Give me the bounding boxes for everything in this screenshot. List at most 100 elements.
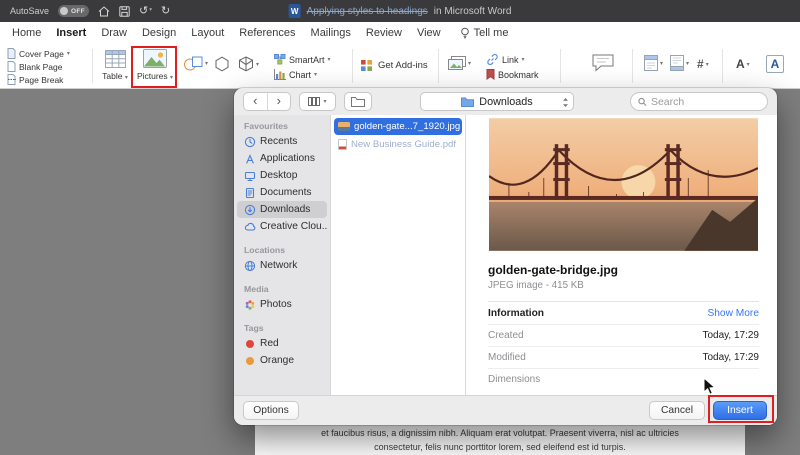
chart-button[interactable]: Chart ▾	[274, 67, 331, 82]
sidebar-item-network[interactable]: Network	[237, 257, 327, 274]
sidebar-item-creative-cloud[interactable]: Creative Clou...	[237, 218, 327, 235]
save-icon	[119, 5, 130, 17]
link-button[interactable]: Link ▾	[486, 52, 539, 67]
shapes-button[interactable]: ▾	[184, 56, 208, 71]
document-title: W Applying styles to headings in Microso…	[288, 0, 512, 22]
orange-tag-icon	[245, 356, 254, 365]
sidebar-item-photos[interactable]: Photos	[237, 296, 327, 313]
chevron-down-icon: ▾	[205, 61, 209, 67]
sidebar-item-label: Applications	[260, 153, 315, 164]
clock-icon	[243, 136, 256, 148]
media-browser-button[interactable]: ▾	[448, 56, 471, 71]
tab-draw[interactable]: Draw	[101, 27, 127, 39]
redo-button[interactable]: ↻	[161, 5, 170, 17]
tab-design[interactable]: Design	[142, 27, 176, 39]
text-box-button[interactable]: A	[766, 55, 784, 73]
divider	[722, 49, 723, 83]
tab-mailings[interactable]: Mailings	[311, 27, 351, 39]
sidebar-item-label: Red	[260, 338, 279, 349]
back-button[interactable]: ‹	[244, 93, 267, 110]
page-number-button[interactable]: # ▾	[697, 57, 709, 71]
ribbon-toolbar: Cover Page ▾ Blank Page Page Break Table …	[0, 44, 800, 89]
documents-icon	[243, 187, 256, 199]
file-row-golden-gate[interactable]: golden-gate...7_1920.jpg	[334, 118, 462, 135]
link-icon	[487, 53, 498, 66]
blue-folder-icon	[461, 97, 475, 107]
smartart-button[interactable]: SmartArt ▾	[274, 52, 331, 67]
view-mode-button[interactable]: ▾	[299, 92, 336, 111]
sidebar-header-tags: Tags	[244, 323, 264, 333]
sidebar-item-applications[interactable]: Applications	[237, 150, 327, 167]
sidebar-item-label: Desktop	[260, 170, 298, 181]
dialog-toolbar: ‹ › ▾ Downloads	[234, 88, 777, 115]
tab-review[interactable]: Review	[366, 27, 402, 39]
file-row-business-guide[interactable]: New Business Guide.pdf	[334, 136, 462, 153]
cancel-button[interactable]: Cancel	[649, 401, 705, 420]
search-field[interactable]	[630, 92, 768, 111]
table-button[interactable]: Table ▾	[97, 46, 133, 81]
tab-references[interactable]: References	[239, 27, 295, 39]
golden-gate-bridge-image	[488, 118, 759, 251]
chevron-down-icon: ▾	[256, 62, 260, 68]
forward-button[interactable]: ›	[268, 93, 291, 110]
chevron-down-icon: ▾	[314, 72, 318, 78]
sidebar-item-tag-red[interactable]: Red	[237, 335, 327, 352]
lightbulb-icon	[460, 27, 469, 38]
new-comment-button[interactable]	[592, 54, 614, 72]
sidebar-item-recents[interactable]: Recents	[237, 133, 327, 150]
chevron-down-icon: ▾	[124, 75, 128, 81]
sidebar-item-label: Network	[260, 260, 298, 271]
table-icon	[97, 46, 133, 68]
cube-icon	[239, 56, 253, 72]
blank-page-button[interactable]: Blank Page	[7, 60, 70, 73]
options-button[interactable]: Options	[243, 401, 299, 420]
pages-group: Cover Page ▾ Blank Page Page Break	[7, 47, 70, 86]
search-input[interactable]	[650, 95, 760, 108]
location-dropdown[interactable]: Downloads	[420, 92, 574, 111]
sidebar-item-documents[interactable]: Documents	[237, 184, 327, 201]
sidebar-item-desktop[interactable]: Desktop	[237, 167, 327, 184]
divider	[632, 49, 633, 83]
autosave-state: OFF	[71, 7, 85, 15]
insert-button[interactable]: Insert	[713, 401, 767, 420]
bookmark-button[interactable]: Bookmark	[486, 67, 539, 82]
cover-page-icon	[7, 48, 16, 59]
page-break-button[interactable]: Page Break	[7, 73, 70, 86]
header-button[interactable]: ▾	[644, 55, 663, 71]
new-folder-button[interactable]	[344, 92, 372, 111]
divider	[92, 49, 93, 83]
wordart-button[interactable]: A ▾	[736, 57, 750, 71]
undo-button[interactable]: ↺ ▾	[139, 5, 152, 17]
pictures-button[interactable]: Pictures ▾	[136, 46, 174, 81]
3d-models-button[interactable]: ▾	[238, 56, 259, 73]
sidebar-item-downloads[interactable]: Downloads	[237, 201, 327, 218]
tab-home[interactable]: Home	[12, 27, 41, 39]
sidebar-item-label: Documents	[260, 187, 312, 198]
get-addins-button[interactable]: Get Add-ins	[360, 59, 428, 72]
tell-me-button[interactable]: Tell me	[460, 27, 508, 40]
page-break-icon	[7, 74, 16, 85]
tab-layout[interactable]: Layout	[191, 27, 224, 39]
tab-insert[interactable]: Insert	[56, 27, 86, 39]
hexagon-icon	[215, 56, 229, 72]
document-line: consectetur, felis nunc porttitor lorem,…	[374, 441, 626, 452]
chevron-down-icon: ▾	[705, 61, 709, 68]
document-title-suffix: in Microsoft Word	[433, 5, 512, 17]
sidebar-item-tag-orange[interactable]: Orange	[237, 352, 327, 369]
footer-button[interactable]: ▾	[670, 55, 689, 71]
icons-button[interactable]	[214, 56, 230, 72]
info-row-dimensions: Dimensions	[488, 374, 541, 385]
save-button[interactable]	[119, 5, 130, 17]
toggle-knob	[60, 7, 69, 15]
search-icon	[638, 97, 647, 106]
tab-view[interactable]: View	[417, 27, 441, 39]
jpeg-thumbnail-icon	[338, 122, 350, 131]
home-button[interactable]	[98, 5, 110, 17]
show-more-link[interactable]: Show More	[707, 308, 759, 319]
bookmark-icon	[486, 69, 495, 80]
photos-icon	[243, 299, 256, 311]
autosave-toggle[interactable]: OFF	[58, 5, 90, 17]
cover-page-button[interactable]: Cover Page ▾	[7, 47, 70, 60]
